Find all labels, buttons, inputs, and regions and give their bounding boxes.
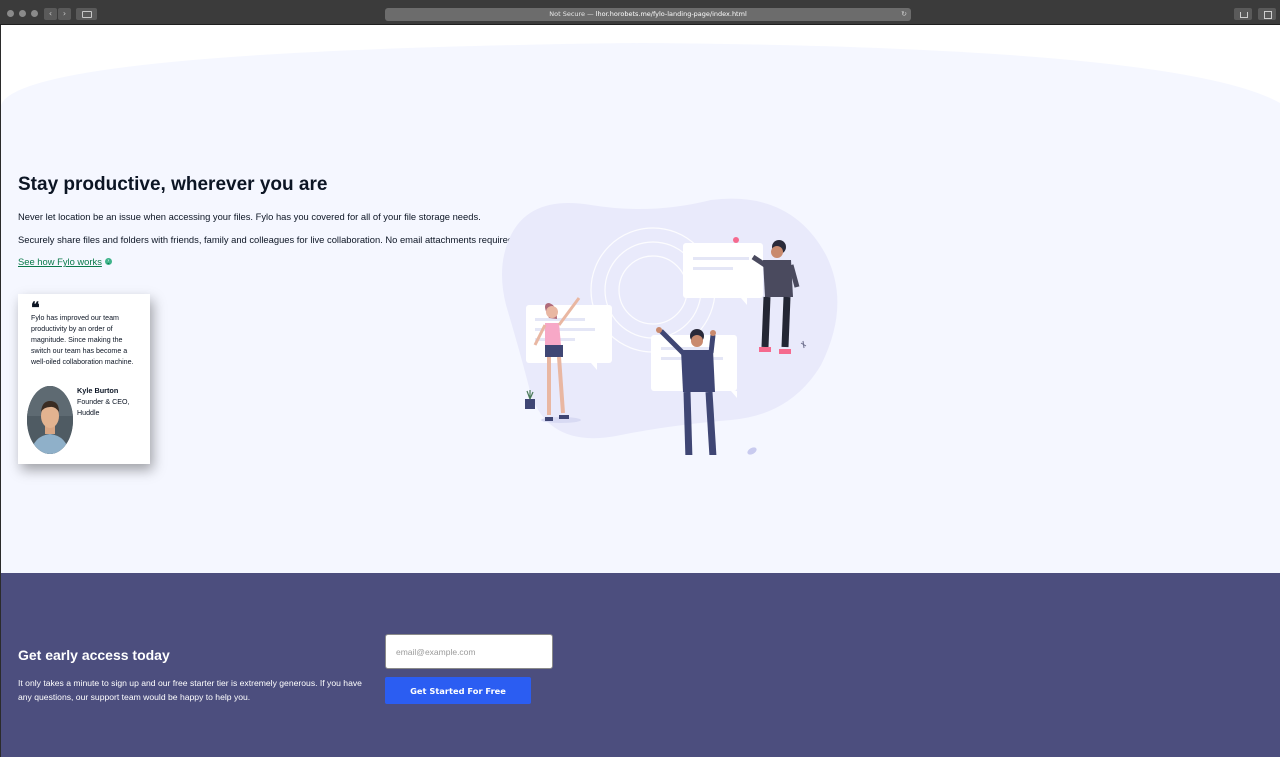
- hero-section: Stay productive, wherever you are Never …: [1, 25, 1280, 573]
- author-name: Kyle Burton: [77, 386, 119, 395]
- email-input[interactable]: [385, 634, 553, 669]
- window-controls: [7, 10, 38, 17]
- section-title: Stay productive, wherever you are: [18, 174, 328, 195]
- chevron-right-icon: ›: [62, 9, 67, 18]
- early-access-title: Get early access today: [18, 647, 170, 663]
- history-nav: ‹ ›: [44, 8, 71, 20]
- share-button[interactable]: [1234, 8, 1252, 20]
- testimonial-card: ❝ Fylo has improved our team productivit…: [18, 294, 150, 464]
- page-viewport: Stay productive, wherever you are Never …: [1, 25, 1280, 757]
- arrow-right-circle-icon: ›: [104, 258, 112, 265]
- close-window-button[interactable]: [7, 10, 14, 17]
- author-role: Founder & CEO, Huddle: [77, 398, 130, 417]
- hero-paragraph-1: Never let location be an issue when acce…: [18, 211, 481, 222]
- avatar: [27, 386, 73, 454]
- minimize-window-button[interactable]: [19, 10, 26, 17]
- url-security-label: Not Secure —: [549, 10, 596, 18]
- sidebar-toggle-button[interactable]: [76, 8, 97, 20]
- browser-toolbar: ‹ › Not Secure — lhor.horobets.me/fylo-l…: [0, 0, 1280, 25]
- early-access-description: It only takes a minute to sign up and ou…: [18, 678, 362, 702]
- forward-button[interactable]: ›: [58, 8, 71, 20]
- show-tabs-button[interactable]: [1258, 8, 1276, 20]
- chevron-left-icon: ‹: [48, 9, 53, 18]
- reload-icon[interactable]: ↻: [901, 8, 907, 21]
- see-how-link-label: See how Fylo works: [18, 256, 102, 267]
- testimonial-quote: Fylo has improved our team productivity …: [31, 314, 134, 366]
- url-host: lhor.horobets.me/fylo-landing-page/index…: [595, 10, 747, 18]
- address-bar[interactable]: Not Secure — lhor.horobets.me/fylo-landi…: [385, 8, 911, 21]
- hero-paragraph-2: Securely share files and folders with fr…: [18, 234, 516, 245]
- stay-productive-illustration: [502, 198, 838, 455]
- early-access-section: Get early access today It only takes a m…: [1, 573, 1280, 757]
- get-started-button[interactable]: Get Started For Free: [385, 677, 531, 704]
- see-how-fylo-works-link[interactable]: See how Fylo works ›: [18, 256, 112, 267]
- back-button[interactable]: ‹: [44, 8, 57, 20]
- zoom-window-button[interactable]: [31, 10, 38, 17]
